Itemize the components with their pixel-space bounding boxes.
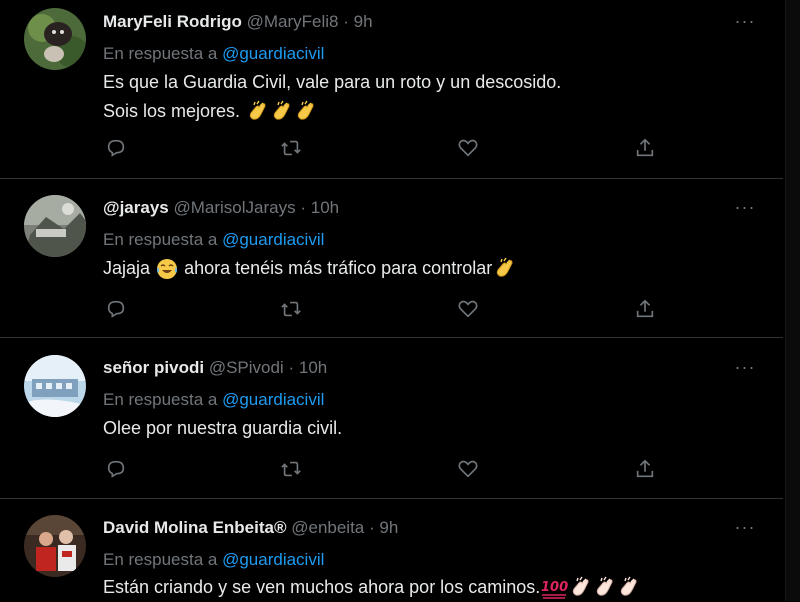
retweet-button[interactable] bbox=[280, 458, 304, 482]
separator-dot: · bbox=[300, 198, 306, 217]
tweet-actions bbox=[103, 298, 663, 322]
tweet-text: Es que la Guardia Civil, vale para un ro… bbox=[103, 68, 753, 126]
tweet-text-fragment: ahora tenéis más tráfico para controlar bbox=[184, 258, 493, 278]
display-name[interactable]: @jarays bbox=[103, 198, 169, 217]
more-options-icon[interactable]: ··· bbox=[730, 198, 760, 222]
more-options-icon[interactable]: ··· bbox=[730, 12, 760, 36]
clapping-hands-icon bbox=[245, 100, 269, 124]
separator-dot: · bbox=[288, 358, 295, 377]
tweet-text-fragment: Jajaja bbox=[103, 258, 151, 278]
retweet-icon bbox=[281, 461, 301, 477]
share-button[interactable] bbox=[634, 137, 658, 161]
clapping-hands-icon bbox=[293, 100, 317, 124]
reply-icon bbox=[107, 139, 125, 157]
tweet-actions bbox=[103, 137, 663, 161]
reply-icon bbox=[107, 460, 125, 478]
tweet-header: MaryFeli Rodrigo @MaryFeli8 · 9h bbox=[103, 10, 373, 34]
tweet-header: señor pivodi @SPivodi · 10h bbox=[103, 356, 327, 380]
retweet-button[interactable] bbox=[280, 137, 304, 161]
mention-link[interactable]: @guardiacivil bbox=[222, 550, 324, 569]
tweet-text-fragment: Sois los mejores. bbox=[103, 101, 241, 121]
tweet[interactable]: @jarays @MarisolJarays · 10h ··· En resp… bbox=[0, 179, 783, 338]
scrollbar[interactable] bbox=[785, 0, 800, 601]
user-handle[interactable]: @MarisolJarays bbox=[173, 198, 295, 217]
tweet-actions bbox=[103, 458, 663, 482]
tweet-text-fragment: Están criando y se ven muchos ahora por … bbox=[103, 577, 541, 597]
share-button[interactable] bbox=[634, 458, 658, 482]
tweet-text: Jajaja ahora tenéis más tráfico para con… bbox=[103, 254, 753, 283]
like-button[interactable] bbox=[457, 458, 481, 482]
share-button[interactable] bbox=[634, 298, 658, 322]
reply-button[interactable] bbox=[105, 458, 129, 482]
tweet[interactable]: David Molina Enbeita® @enbeita · 9h ··· … bbox=[0, 499, 783, 601]
reply-context: En respuesta a @guardiacivil bbox=[103, 549, 324, 571]
tweet[interactable]: señor pivodi @SPivodi · 10h ··· En respu… bbox=[0, 338, 783, 499]
user-handle[interactable]: @MaryFeli8 bbox=[247, 12, 339, 31]
reply-prefix: En respuesta a bbox=[103, 390, 218, 409]
reply-context: En respuesta a @guardiacivil bbox=[103, 389, 324, 411]
avatar[interactable] bbox=[24, 195, 86, 257]
timestamp[interactable]: 9h bbox=[379, 518, 398, 537]
display-name[interactable]: David Molina Enbeita® bbox=[103, 518, 287, 537]
retweet-button[interactable] bbox=[280, 298, 304, 322]
clapping-hands-icon bbox=[492, 257, 516, 281]
reply-icon bbox=[107, 300, 125, 318]
reply-context: En respuesta a @guardiacivil bbox=[103, 43, 324, 65]
user-handle[interactable]: @SPivodi bbox=[209, 358, 284, 377]
reply-button[interactable] bbox=[105, 137, 129, 161]
reply-context: En respuesta a @guardiacivil bbox=[103, 229, 324, 251]
mention-link[interactable]: @guardiacivil bbox=[222, 390, 324, 409]
tweet-header: @jarays @MarisolJarays · 10h bbox=[103, 196, 339, 220]
timestamp[interactable]: 9h bbox=[354, 12, 373, 31]
avatar[interactable] bbox=[24, 355, 86, 417]
share-icon bbox=[636, 459, 654, 478]
avatar[interactable] bbox=[24, 515, 86, 577]
tweet-text: Están criando y se ven muchos ahora por … bbox=[103, 573, 753, 602]
more-options-icon[interactable]: ··· bbox=[730, 358, 760, 382]
display-name[interactable]: MaryFeli Rodrigo bbox=[103, 12, 242, 31]
reply-prefix: En respuesta a bbox=[103, 550, 218, 569]
like-icon bbox=[458, 139, 478, 157]
clapping-hands-icon bbox=[616, 576, 640, 600]
like-button[interactable] bbox=[457, 137, 481, 161]
separator-dot: · bbox=[369, 518, 375, 537]
timestamp[interactable]: 10h bbox=[299, 358, 327, 377]
mention-link[interactable]: @guardiacivil bbox=[222, 230, 324, 249]
timestamp[interactable]: 10h bbox=[311, 198, 339, 217]
share-icon bbox=[636, 299, 654, 318]
clapping-hands-icon bbox=[592, 576, 616, 600]
retweet-icon bbox=[281, 301, 301, 317]
reply-prefix: En respuesta a bbox=[103, 44, 218, 63]
tweet[interactable]: MaryFeli Rodrigo @MaryFeli8 · 9h ··· En … bbox=[0, 0, 783, 179]
like-icon bbox=[458, 460, 478, 478]
share-icon bbox=[636, 138, 654, 157]
mention-link[interactable]: @guardiacivil bbox=[222, 44, 324, 63]
retweet-icon bbox=[281, 140, 301, 156]
more-options-icon[interactable]: ··· bbox=[730, 518, 760, 542]
clapping-hands-icon bbox=[269, 100, 293, 124]
clapping-hands-icon bbox=[568, 576, 592, 600]
reply-prefix: En respuesta a bbox=[103, 230, 218, 249]
hundred-points-icon bbox=[540, 576, 568, 600]
tears-of-joy-icon bbox=[155, 257, 179, 281]
tweet-header: David Molina Enbeita® @enbeita · 9h bbox=[103, 516, 398, 540]
tweet-text: Olee por nuestra guardia civil. bbox=[103, 414, 753, 443]
tweet-text-line: Es que la Guardia Civil, vale para un ro… bbox=[103, 72, 562, 92]
avatar[interactable] bbox=[24, 8, 86, 70]
reply-button[interactable] bbox=[105, 298, 129, 322]
display-name[interactable]: señor pivodi bbox=[103, 358, 204, 377]
tweet-text-line: Olee por nuestra guardia civil. bbox=[103, 418, 343, 438]
like-button[interactable] bbox=[457, 298, 481, 322]
user-handle[interactable]: @enbeita bbox=[291, 518, 364, 537]
separator-dot: · bbox=[343, 12, 349, 31]
like-icon bbox=[458, 300, 478, 318]
reply-feed: MaryFeli Rodrigo @MaryFeli8 · 9h ··· En … bbox=[0, 0, 800, 601]
tweet-text-line: Sois los mejores. bbox=[103, 97, 753, 126]
